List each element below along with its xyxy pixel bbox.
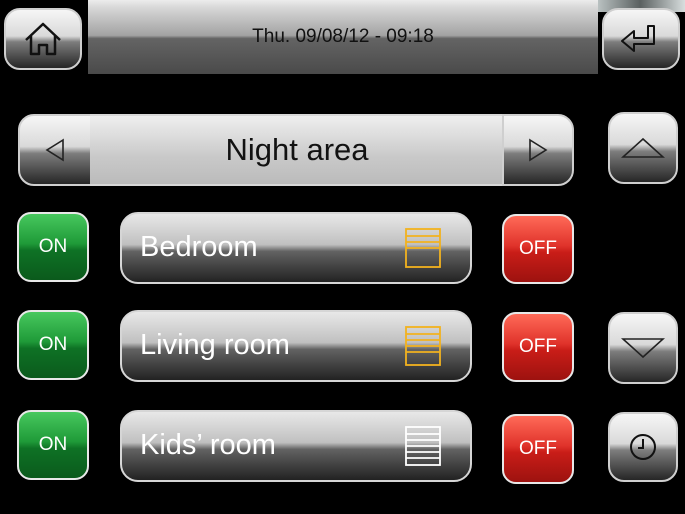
area-name-display: Night area: [90, 114, 504, 186]
scroll-up-button[interactable]: [608, 112, 678, 184]
shutter-icon: [405, 228, 441, 268]
home-button[interactable]: [4, 8, 82, 70]
home-icon: [25, 22, 61, 56]
kids-room-on-button[interactable]: ON: [17, 410, 89, 480]
next-area-button[interactable]: [502, 114, 574, 186]
living-room-on-button[interactable]: ON: [17, 310, 89, 380]
kids-room-room-button[interactable]: Kids’ room: [120, 410, 472, 482]
room-label: Kids’ room: [140, 429, 276, 461]
triangle-down-icon: [621, 338, 665, 359]
room-label: Bedroom: [140, 231, 258, 263]
clock-button[interactable]: [608, 412, 678, 482]
room-label: Living room: [140, 329, 290, 361]
bedroom-room-button[interactable]: Bedroom: [120, 212, 472, 284]
triangle-right-icon: [529, 138, 548, 162]
previous-area-button[interactable]: [18, 114, 92, 186]
clock-icon: [630, 434, 656, 460]
bedroom-on-button[interactable]: ON: [17, 212, 89, 282]
shutter-icon: [405, 326, 441, 366]
scroll-down-button[interactable]: [608, 312, 678, 384]
living-room-room-button[interactable]: Living room: [120, 310, 472, 382]
living-room-off-button[interactable]: OFF: [502, 312, 574, 382]
date-time-label: Thu. 09/08/12 - 09:18: [252, 26, 434, 47]
triangle-up-icon: [621, 137, 665, 158]
triangle-left-icon: [45, 138, 64, 162]
back-button[interactable]: [602, 8, 680, 70]
kids-room-off-button[interactable]: OFF: [502, 414, 574, 484]
shutter-icon: [405, 426, 441, 466]
bedroom-off-button[interactable]: OFF: [502, 214, 574, 284]
return-arrow-icon: [621, 25, 655, 52]
